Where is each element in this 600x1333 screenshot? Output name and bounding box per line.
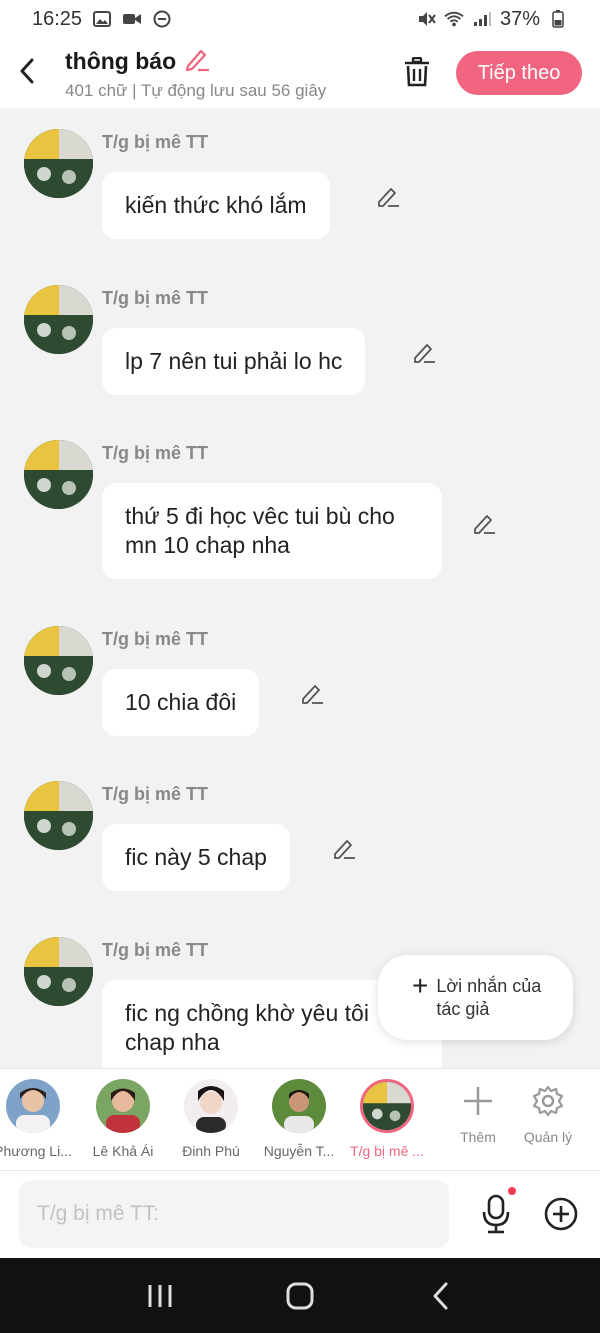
sender-name: T/g bị mê TT — [102, 288, 208, 308]
home-icon — [286, 1282, 314, 1309]
chevron-left-icon — [20, 58, 34, 84]
character-avatar — [6, 1079, 60, 1133]
pencil-icon — [414, 344, 435, 363]
wifi-icon — [444, 9, 464, 29]
notification-dot — [508, 1187, 516, 1195]
voice-input-button[interactable] — [478, 1187, 516, 1235]
message-bubble[interactable]: lp 7 nên tui phải lo hc — [102, 328, 366, 395]
battery-icon — [548, 9, 568, 29]
signal-icon — [472, 9, 492, 29]
delete-button[interactable] — [400, 54, 434, 90]
character-name: T/g bị mê ... — [350, 1143, 424, 1159]
video-icon — [122, 9, 142, 29]
manage-button[interactable]: Quản lý — [513, 1081, 583, 1145]
message-input[interactable] — [19, 1180, 449, 1248]
add-character-button[interactable]: Thêm — [443, 1081, 513, 1145]
character-item[interactable]: Lê Khả Ái — [78, 1079, 168, 1159]
sender-name: T/g bị mê TT — [102, 940, 208, 960]
character-avatar — [184, 1079, 238, 1133]
edit-message-button[interactable] — [330, 834, 358, 862]
plus-icon — [443, 1081, 513, 1121]
pencil-icon — [302, 685, 323, 704]
character-item[interactable]: Phương Li... — [0, 1079, 78, 1159]
character-item[interactable]: Đinh Phú — [166, 1079, 256, 1159]
microphone-icon — [482, 1194, 510, 1234]
plus-icon: + — [412, 970, 429, 1001]
author-avatar — [24, 285, 93, 354]
character-avatar — [272, 1079, 326, 1133]
back-button[interactable] — [12, 56, 42, 86]
home-button[interactable] — [280, 1276, 320, 1316]
edit-message-button[interactable] — [298, 679, 326, 707]
character-name: Lê Khả Ái — [92, 1143, 154, 1159]
gallery-icon — [92, 9, 112, 29]
back-arrow-icon — [433, 1282, 448, 1309]
author-avatar — [24, 129, 93, 198]
message-bubble[interactable]: thứ 5 đi học vêc tui bù cho mn 10 chap n… — [102, 483, 442, 579]
trash-icon — [405, 57, 429, 87]
message-bubble[interactable]: 10 chia đôi — [102, 669, 260, 736]
author-avatar — [24, 440, 93, 509]
autosave-status: 401 chữ | Tự động lưu sau 56 giây — [65, 81, 327, 100]
sender-name: T/g bị mê TT — [102, 443, 208, 463]
status-bar: 16:25 37% — [0, 0, 600, 38]
author-note-label: Lời nhắn của tác giả — [436, 976, 542, 1019]
pencil-icon — [334, 840, 355, 859]
editor-header: thông báo 401 chữ | Tự động lưu sau 56 g… — [0, 38, 600, 108]
character-avatar — [96, 1079, 150, 1133]
system-back-button[interactable] — [420, 1276, 460, 1316]
character-bar: Phương Li... Lê Khả Ái Đinh Phú Nguyễn T… — [0, 1068, 600, 1170]
edit-message-button[interactable] — [410, 338, 438, 366]
input-bar — [0, 1170, 600, 1258]
mute-icon — [416, 9, 436, 29]
edit-title-icon[interactable] — [184, 46, 210, 77]
system-nav-bar — [0, 1258, 600, 1333]
message-bubble[interactable]: fic này 5 chap — [102, 824, 290, 891]
character-item[interactable]: Nguyễn T... — [254, 1079, 344, 1159]
do-not-disturb-icon — [152, 9, 172, 29]
next-button[interactable]: Tiếp theo — [456, 51, 582, 95]
sender-name: T/g bị mê TT — [102, 629, 208, 649]
sender-name: T/g bị mê TT — [102, 784, 208, 804]
character-name: Phương Li... — [0, 1143, 72, 1159]
gear-icon — [513, 1081, 583, 1121]
character-name: Đinh Phú — [182, 1143, 240, 1159]
character-avatar — [360, 1079, 414, 1133]
pencil-icon — [474, 515, 495, 534]
character-item[interactable]: T/g bị mê ... — [342, 1079, 432, 1159]
chat-area[interactable]: T/g bị mê TT kiến thức khó lắm T/g bị mê… — [0, 108, 600, 1068]
status-time: 16:25 — [32, 7, 83, 30]
message-bubble[interactable]: kiến thức khó lắm — [102, 172, 330, 239]
character-name: Nguyễn T... — [263, 1143, 335, 1159]
add-label: Thêm — [460, 1129, 496, 1145]
battery-percent: 37% — [499, 7, 540, 30]
author-avatar — [24, 626, 93, 695]
recent-apps-icon — [148, 1284, 172, 1307]
edit-message-button[interactable] — [470, 509, 498, 537]
author-note-button[interactable]: + Lời nhắn của tác giả — [378, 955, 573, 1040]
edit-message-button[interactable] — [374, 182, 402, 210]
sender-name: T/g bị mê TT — [102, 132, 208, 152]
author-avatar — [24, 781, 93, 850]
circle-plus-icon — [544, 1197, 578, 1231]
author-avatar — [24, 937, 93, 1006]
manage-label: Quản lý — [523, 1129, 573, 1145]
pencil-icon — [378, 188, 399, 207]
recent-apps-button[interactable] — [140, 1276, 180, 1316]
add-content-button[interactable] — [542, 1195, 580, 1233]
page-title[interactable]: thông báo — [65, 48, 176, 75]
